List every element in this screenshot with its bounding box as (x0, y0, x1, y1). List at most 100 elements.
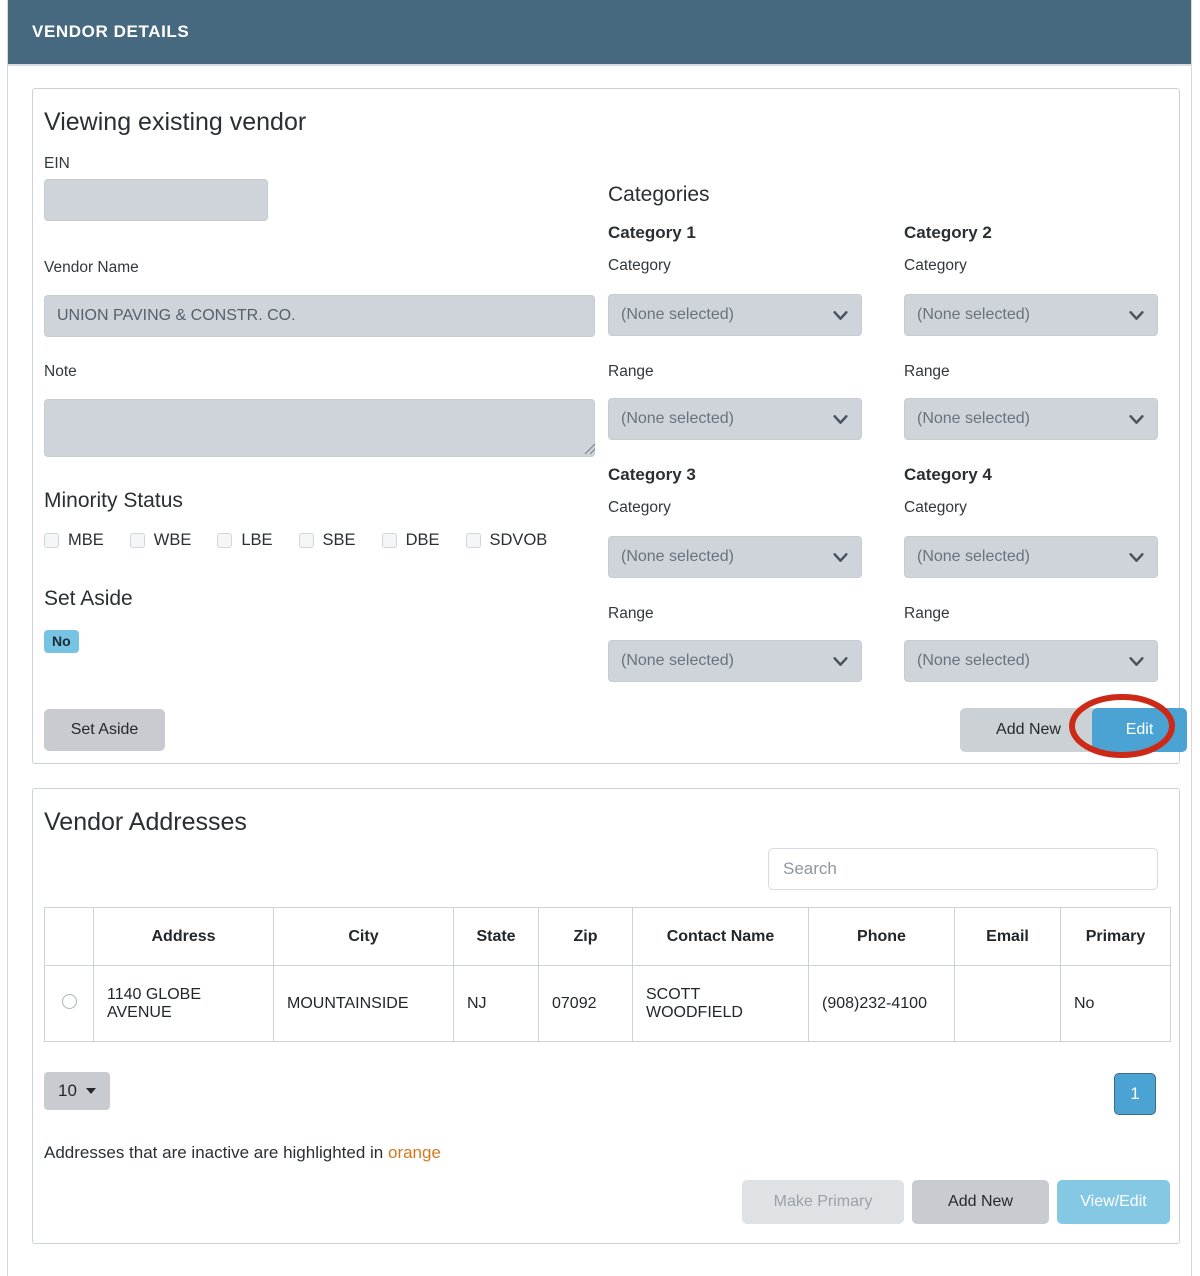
vendor-addresses-card: Vendor Addresses Search Address City Sta (32, 788, 1180, 1244)
categories-heading: Categories (608, 183, 710, 207)
row-city: MOUNTAINSIDE (274, 966, 454, 1042)
set-aside-button[interactable]: Set Aside (44, 709, 165, 751)
checkbox-mbe-label: MBE (68, 531, 104, 550)
vendor-details-page: VENDOR DETAILS Viewing existing vendor E… (0, 0, 1200, 1276)
col-select (45, 908, 94, 966)
checkbox-dbe-box[interactable] (382, 533, 397, 548)
category-4-category-label: Category (904, 499, 967, 517)
inactive-legend: Addresses that are inactive are highligh… (44, 1143, 441, 1163)
chevron-down-icon (1128, 307, 1145, 324)
chevron-down-icon (832, 307, 849, 324)
col-zip[interactable]: Zip (539, 908, 633, 966)
col-contact-name[interactable]: Contact Name (633, 908, 809, 966)
checkbox-mbe-box[interactable] (44, 533, 59, 548)
category-1-range-select[interactable]: (None selected) (608, 398, 862, 440)
category-3-category-label: Category (608, 499, 671, 517)
table-row[interactable]: 1140 GLOBE AVENUE MOUNTAINSIDE NJ 07092 … (45, 966, 1171, 1042)
col-phone[interactable]: Phone (809, 908, 955, 966)
category-4-title: Category 4 (904, 465, 992, 485)
category-4-category-value: (None selected) (917, 548, 1030, 566)
row-primary: No (1061, 966, 1171, 1042)
vendor-edit-button[interactable]: Edit (1092, 708, 1187, 752)
row-zip: 07092 (539, 966, 633, 1042)
category-3-range-label: Range (608, 605, 654, 623)
category-3-range-value: (None selected) (621, 652, 734, 670)
addresses-card-heading: Vendor Addresses (44, 808, 247, 837)
checkbox-sdvob-label: SDVOB (490, 531, 548, 550)
checkbox-lbe[interactable]: LBE (217, 531, 272, 550)
category-4-category-select[interactable]: (None selected) (904, 536, 1158, 578)
category-2-category-select[interactable]: (None selected) (904, 294, 1158, 336)
page-size-value: 10 (58, 1081, 77, 1101)
col-state[interactable]: State (454, 908, 539, 966)
category-4-range-label: Range (904, 605, 950, 623)
vendor-card-heading: Viewing existing vendor (44, 108, 306, 137)
vendor-name-label: Vendor Name (44, 259, 139, 277)
row-phone: (908)232-4100 (809, 966, 955, 1042)
chevron-down-icon (832, 411, 849, 428)
chevron-down-icon (832, 653, 849, 670)
ein-label: EIN (44, 155, 70, 173)
addresses-table: Address City State Zip Contact Name Phon… (44, 907, 1171, 1042)
chevron-down-icon (1128, 549, 1145, 566)
page-right-edge (1191, 0, 1200, 1276)
page-size-dropdown[interactable]: 10 (44, 1072, 110, 1110)
checkbox-dbe-label: DBE (406, 531, 440, 550)
row-radio-button[interactable] (62, 994, 77, 1009)
category-3-range-select[interactable]: (None selected) (608, 640, 862, 682)
chevron-down-icon (1128, 411, 1145, 428)
vendor-details-card: Viewing existing vendor EIN Vendor Name … (32, 88, 1180, 764)
checkbox-lbe-box[interactable] (217, 533, 232, 548)
col-city[interactable]: City (274, 908, 454, 966)
checkbox-dbe[interactable]: DBE (382, 531, 440, 550)
category-1-title: Category 1 (608, 223, 696, 243)
set-aside-heading: Set Aside (44, 587, 133, 611)
address-add-new-button[interactable]: Add New (912, 1180, 1049, 1224)
category-4-range-value: (None selected) (917, 652, 1030, 670)
pagination-page-1[interactable]: 1 (1114, 1073, 1156, 1115)
vendor-add-new-button[interactable]: Add New (960, 708, 1097, 752)
checkbox-wbe-label: WBE (154, 531, 192, 550)
category-2-range-label: Range (904, 363, 950, 381)
vendor-name-input[interactable]: UNION PAVING & CONSTR. CO. (44, 295, 595, 337)
checkbox-mbe[interactable]: MBE (44, 531, 104, 550)
minority-status-heading: Minority Status (44, 489, 183, 513)
make-primary-button[interactable]: Make Primary (742, 1180, 904, 1224)
page-left-edge (0, 0, 8, 1276)
checkbox-sbe[interactable]: SBE (299, 531, 356, 550)
checkbox-sdvob-box[interactable] (466, 533, 481, 548)
note-textarea[interactable] (44, 399, 595, 457)
view-edit-button[interactable]: View/Edit (1057, 1180, 1170, 1224)
addresses-search-input[interactable]: Search (768, 848, 1158, 890)
category-1-category-label: Category (608, 257, 671, 275)
category-4-range-select[interactable]: (None selected) (904, 640, 1158, 682)
set-aside-status-badge: No (44, 630, 79, 653)
addresses-search-placeholder: Search (783, 859, 837, 879)
col-address[interactable]: Address (94, 908, 274, 966)
checkbox-sbe-label: SBE (323, 531, 356, 550)
note-label: Note (44, 363, 77, 381)
category-1-range-label: Range (608, 363, 654, 381)
category-1-category-select[interactable]: (None selected) (608, 294, 862, 336)
checkbox-sbe-box[interactable] (299, 533, 314, 548)
category-3-title: Category 3 (608, 465, 696, 485)
category-2-title: Category 2 (904, 223, 992, 243)
row-select-cell[interactable] (45, 966, 94, 1042)
category-1-range-value: (None selected) (621, 410, 734, 428)
table-header-row: Address City State Zip Contact Name Phon… (45, 908, 1171, 966)
col-primary[interactable]: Primary (1061, 908, 1171, 966)
row-email (955, 966, 1061, 1042)
category-3-category-select[interactable]: (None selected) (608, 536, 862, 578)
category-2-range-value: (None selected) (917, 410, 1030, 428)
chevron-down-icon (1128, 653, 1145, 670)
category-2-range-select[interactable]: (None selected) (904, 398, 1158, 440)
ein-input[interactable] (44, 179, 268, 221)
inactive-legend-highlight: orange (388, 1143, 441, 1162)
minority-status-options: MBE WBE LBE SBE DBE SDVOB (44, 531, 547, 550)
caret-down-icon (86, 1088, 96, 1094)
page-header: VENDOR DETAILS (8, 0, 1191, 66)
col-email[interactable]: Email (955, 908, 1061, 966)
checkbox-sdvob[interactable]: SDVOB (466, 531, 548, 550)
checkbox-wbe-box[interactable] (130, 533, 145, 548)
checkbox-wbe[interactable]: WBE (130, 531, 192, 550)
